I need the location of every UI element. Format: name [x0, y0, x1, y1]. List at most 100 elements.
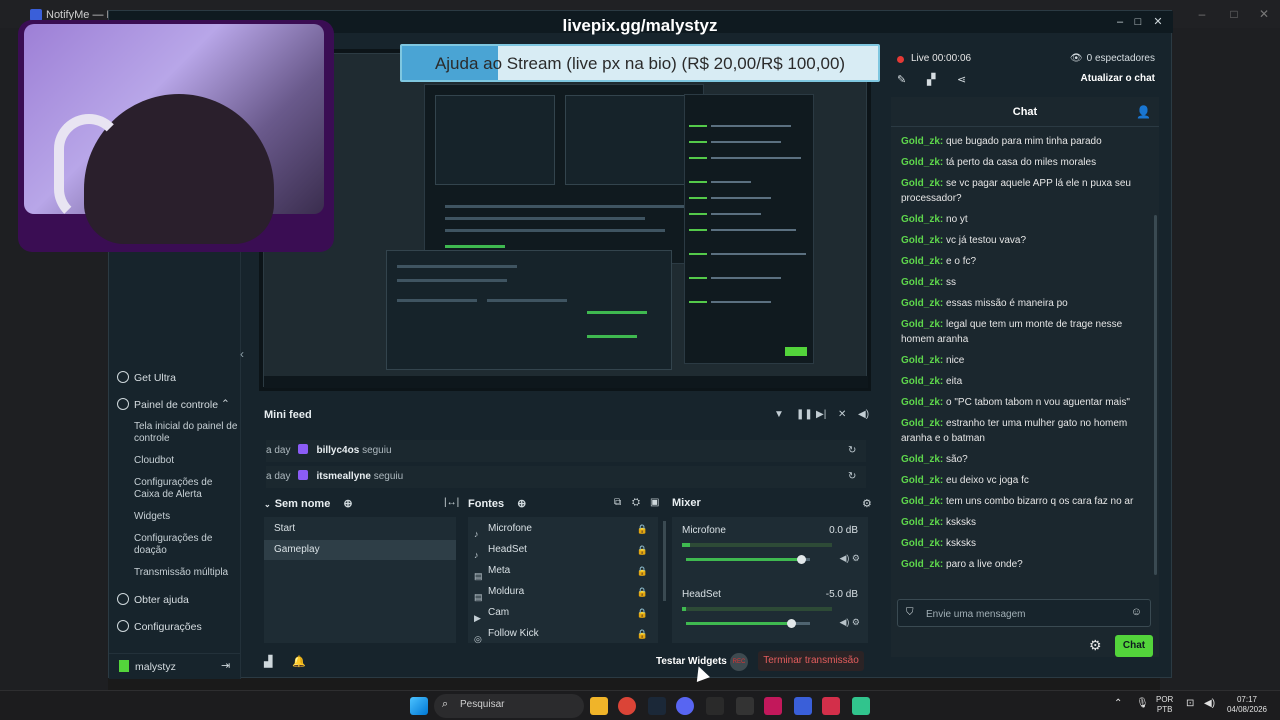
test-widgets-button[interactable]: Testar Widgets — [656, 656, 727, 667]
gear-icon[interactable]: ⚙ — [852, 617, 860, 627]
sidebar-subitem-alert-box[interactable]: Configurações de Caixa de Alerta — [134, 477, 240, 501]
folder-icon[interactable]: ▣ — [650, 497, 659, 508]
sidebar-subitem-multistream[interactable]: Transmissão múltipla — [134, 567, 240, 579]
add-source-icon[interactable]: ⊕ — [517, 498, 526, 510]
sidebar-item-help[interactable]: Obter ajuda — [117, 593, 237, 607]
source-item-moldura[interactable]: ▤ Moldura 🔒 — [474, 582, 650, 602]
scene-transitions-icon[interactable]: |↔| — [444, 497, 459, 508]
scene-item-gameplay[interactable]: Gameplay — [264, 540, 456, 560]
refresh-chat-button[interactable]: Atualizar o chat — [1081, 73, 1155, 84]
app-close-icon[interactable]: ✕ — [1149, 13, 1167, 31]
source-item-microfone[interactable]: ♪ Microfone 🔒 — [474, 519, 650, 539]
chat-message-input[interactable] — [926, 606, 1126, 622]
mute-icon[interactable]: ◀) — [839, 553, 849, 563]
lock-icon[interactable]: 🔒 — [637, 540, 648, 560]
stats-icon[interactable]: ▟ — [264, 655, 272, 668]
chat-username[interactable]: Gold_zk — [901, 418, 940, 429]
sidebar-subitem-widgets[interactable]: Widgets — [134, 511, 240, 523]
source-item-follow-kick[interactable]: ◎ Follow Kick 🔒 — [474, 624, 650, 644]
lock-icon[interactable]: 🔒 — [637, 624, 648, 644]
app-minimize-icon[interactable]: – — [1111, 13, 1129, 31]
chat-send-button[interactable]: Chat — [1115, 635, 1153, 657]
source-options-icon[interactable]: ⧉ — [614, 497, 621, 508]
file-explorer-icon[interactable] — [590, 697, 608, 715]
chat-username[interactable]: Gold_zk — [901, 538, 940, 549]
steam-icon[interactable] — [648, 697, 666, 715]
add-scene-icon[interactable]: ⊕ — [343, 498, 352, 510]
chat-users-icon[interactable]: 👤 — [1136, 97, 1151, 127]
source-item-cam[interactable]: ▶ Cam 🔒 — [474, 603, 650, 623]
settings-app-icon[interactable] — [736, 697, 754, 715]
sidebar-item-settings[interactable]: Configurações — [117, 620, 237, 634]
app-maximize-icon[interactable]: □ — [1129, 13, 1147, 31]
chat-username[interactable]: Gold_zk — [901, 517, 940, 528]
source-item-headset[interactable]: ♪ HeadSet 🔒 — [474, 540, 650, 560]
windows-start-icon[interactable] — [410, 697, 428, 715]
streaming-app-icon[interactable] — [822, 697, 840, 715]
lock-icon[interactable]: 🔒 — [637, 561, 648, 581]
sources-scrollbar[interactable] — [663, 521, 666, 601]
logout-icon[interactable]: ⇥ — [221, 659, 230, 672]
chat-username[interactable]: Gold_zk — [901, 496, 940, 507]
close-icon[interactable]: ✕ — [1256, 6, 1272, 22]
sidebar-item-get-ultra[interactable]: Get Ultra — [117, 371, 237, 385]
chrome-icon[interactable] — [618, 697, 636, 715]
gear-icon[interactable]: ⚙ — [852, 553, 860, 563]
chat-username[interactable]: Gold_zk — [901, 136, 940, 147]
edit-stream-icon[interactable]: ✎ — [897, 73, 906, 86]
volume-icon[interactable]: ◀) — [858, 409, 869, 420]
chat-username[interactable]: Gold_zk — [901, 355, 940, 366]
chat-settings-icon[interactable]: ⚙ — [1089, 637, 1102, 654]
volume-slider-headset[interactable] — [686, 619, 810, 628]
clock[interactable]: 07:17 04/08/2026 — [1224, 695, 1270, 715]
chat-username[interactable]: Gold_zk — [901, 475, 940, 486]
epic-games-icon[interactable] — [706, 697, 724, 715]
chat-username[interactable]: Gold_zk — [901, 559, 940, 570]
chat-username[interactable]: Gold_zk — [901, 277, 940, 288]
streamlabs-icon[interactable] — [852, 697, 870, 715]
source-group-icon[interactable]: ⛭ — [632, 497, 640, 508]
notifyme-icon[interactable] — [794, 697, 812, 715]
stream-preview[interactable] — [259, 49, 871, 391]
sidebar-subitem-cloudbot[interactable]: Cloudbot — [134, 455, 240, 467]
lock-icon[interactable]: 🔒 — [637, 603, 648, 623]
skip-icon[interactable]: ▶| — [816, 409, 826, 420]
language-indicator[interactable]: POR PTB — [1156, 695, 1173, 715]
microphone-icon[interactable]: 🎙 — [1136, 699, 1149, 709]
chat-username[interactable]: Gold_zk — [901, 178, 940, 189]
chat-username[interactable]: Gold_zk — [901, 454, 940, 465]
chat-username[interactable]: Gold_zk — [901, 376, 940, 387]
chat-username[interactable]: Gold_zk — [901, 157, 940, 168]
collapse-sidebar-icon[interactable]: ‹ — [240, 347, 244, 361]
taskbar-search[interactable]: ⌕ Pesquisar — [434, 694, 584, 718]
app-icon[interactable] — [764, 697, 782, 715]
replay-icon[interactable]: ↻ — [848, 440, 856, 462]
scene-item-start[interactable]: Start — [264, 519, 456, 539]
scenes-title[interactable]: ⌄ Sem nome ⊕ — [264, 497, 353, 510]
share-icon[interactable]: ⋖ — [957, 73, 966, 86]
pause-icon[interactable]: ❚❚ — [796, 409, 813, 420]
mute-icon[interactable]: ◀) — [839, 617, 849, 627]
record-button[interactable]: REC — [730, 653, 748, 671]
chat-username[interactable]: Gold_zk — [901, 235, 940, 246]
volume-slider-knob[interactable] — [787, 619, 796, 628]
lock-icon[interactable]: 🔒 — [637, 582, 648, 602]
filter-icon[interactable]: ▼ — [774, 409, 784, 420]
volume-slider-microfone[interactable] — [686, 555, 810, 564]
chat-username[interactable]: Gold_zk — [901, 256, 940, 267]
chat-username[interactable]: Gold_zk — [901, 319, 940, 330]
maximize-icon[interactable]: □ — [1226, 6, 1242, 22]
network-icon[interactable]: ⊡ — [1186, 699, 1194, 709]
lock-icon[interactable]: 🔒 — [637, 519, 648, 539]
chevron-up-icon[interactable]: ⌃ — [1114, 699, 1122, 709]
sidebar-subitem-donation-settings[interactable]: Configurações de doação — [134, 533, 240, 557]
minimize-icon[interactable]: – — [1194, 6, 1210, 22]
chat-username[interactable]: Gold_zk — [901, 298, 940, 309]
chat-username[interactable]: Gold_zk — [901, 214, 940, 225]
notifications-icon[interactable]: 🔔 — [292, 655, 306, 668]
volume-icon[interactable]: ◀) — [1204, 699, 1215, 709]
mixer-settings-icon[interactable]: ⚙ — [862, 497, 872, 510]
discord-icon[interactable] — [676, 697, 694, 715]
source-item-meta[interactable]: ▤ Meta 🔒 — [474, 561, 650, 581]
stream-info-icon[interactable]: ▞ — [927, 73, 935, 86]
